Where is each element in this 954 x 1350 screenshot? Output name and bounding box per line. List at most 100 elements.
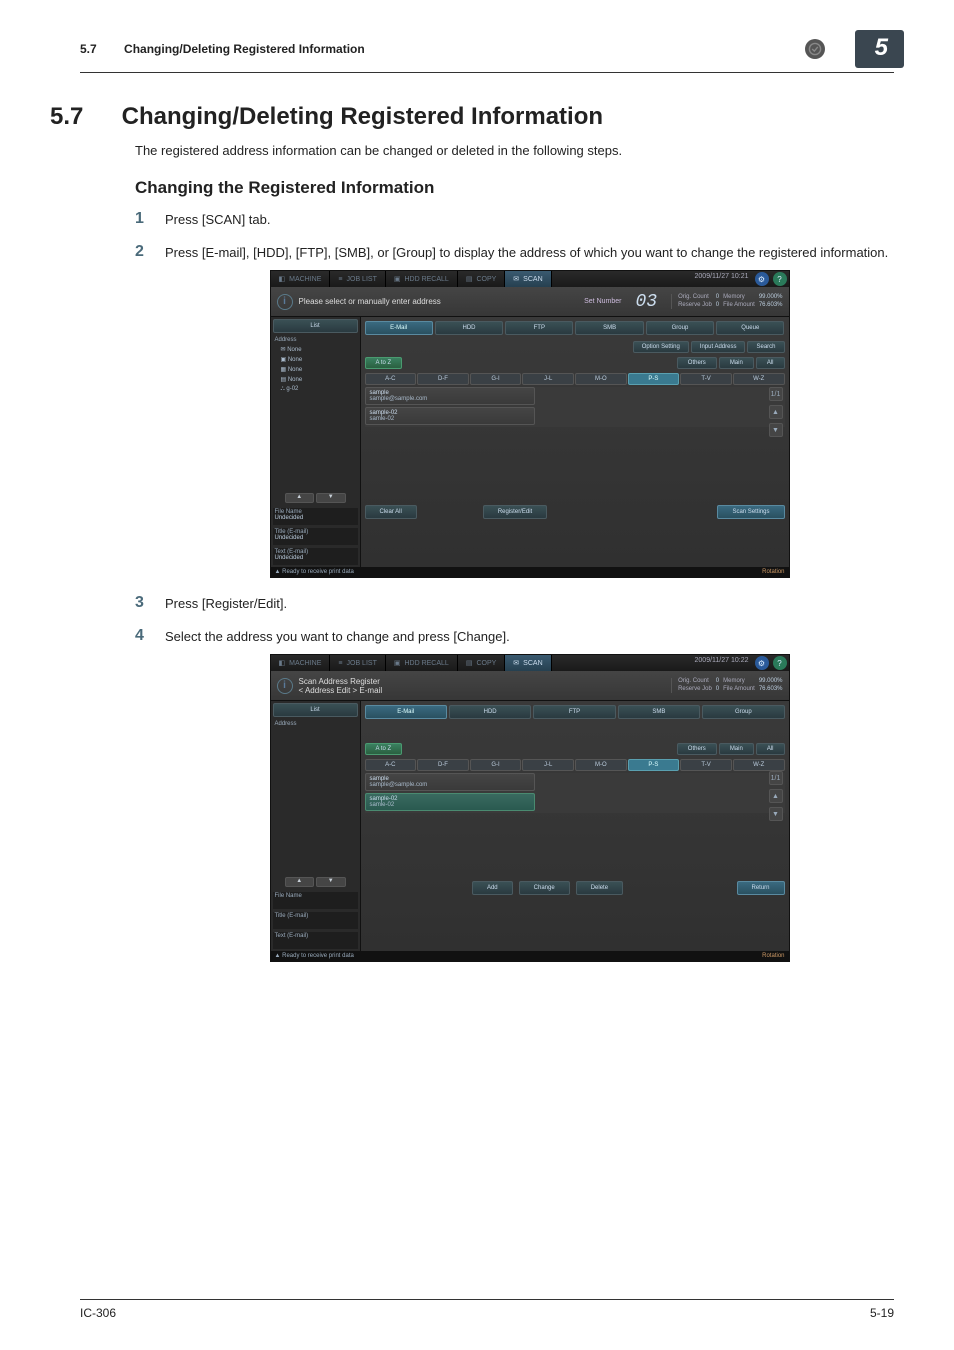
return-button[interactable]: Return: [737, 881, 785, 895]
group-all[interactable]: All: [756, 357, 785, 369]
side-item-1: ▣ None: [273, 355, 358, 364]
clear-all-button[interactable]: Clear All: [365, 505, 417, 519]
intro-text: The registered address information can b…: [135, 143, 894, 158]
change-button[interactable]: Change: [519, 881, 570, 895]
group-atoz[interactable]: A to Z: [365, 743, 403, 755]
address-item-1[interactable]: sample sample@sample.com: [365, 387, 535, 405]
group-all[interactable]: All: [756, 743, 785, 755]
step-1: Press [SCAN] tab.: [135, 212, 894, 227]
tab-hddrecall[interactable]: ▣HDD RECALL: [386, 271, 458, 287]
side-text: Text (E-mail): [273, 932, 358, 949]
letters-PS[interactable]: P-S: [628, 759, 680, 771]
group-main[interactable]: Main: [719, 743, 754, 755]
letters-TV[interactable]: T-V: [680, 759, 732, 771]
letters-WZ[interactable]: W-Z: [733, 759, 785, 771]
tab-smb[interactable]: SMB: [618, 705, 700, 719]
tab-hddrecall[interactable]: ▣HDD RECALL: [386, 655, 458, 671]
search-button[interactable]: Search: [747, 341, 784, 353]
address-item-1[interactable]: sample sample@sample.com: [365, 773, 535, 791]
list-down-button[interactable]: ▼: [769, 423, 783, 437]
tab-group[interactable]: Group: [702, 705, 784, 719]
tab-machine[interactable]: ◧MACHINE: [271, 655, 331, 671]
tab-joblist[interactable]: ≡JOB LIST: [330, 655, 385, 671]
letters-MO[interactable]: M-O: [575, 759, 627, 771]
side-panel: List Address ✉ None ▣ None ▦ None ▤ None…: [271, 317, 361, 567]
tab-ftp[interactable]: FTP: [533, 705, 615, 719]
tab-joblist[interactable]: ≡JOB LIST: [330, 271, 385, 287]
list-button[interactable]: List: [273, 319, 358, 333]
letters-MO[interactable]: M-O: [575, 373, 627, 385]
steps-list: Press [SCAN] tab. Press [E-mail], [HDD],…: [135, 212, 894, 962]
set-number-label: Set Number: [584, 298, 621, 305]
step-2-text: Press [E-mail], [HDD], [FTP], [SMB], or …: [165, 245, 888, 260]
letters-AC[interactable]: A-C: [365, 759, 417, 771]
letters-JL[interactable]: J-L: [522, 759, 574, 771]
side-down-button[interactable]: ▼: [316, 877, 346, 887]
letters-PS[interactable]: P-S: [628, 373, 680, 385]
group-main[interactable]: Main: [719, 357, 754, 369]
tab-email[interactable]: E-Mail: [365, 705, 447, 719]
stats-grid: Orig. Count0Memory99.000% Reserve Job0Fi…: [671, 294, 782, 308]
help-icon[interactable]: ?: [773, 272, 787, 286]
side-down-button[interactable]: ▼: [316, 493, 346, 503]
address-item-2-selected[interactable]: sample-02 samle-02: [365, 793, 535, 811]
message-text: Please select or manually enter address: [299, 297, 441, 306]
page-indicator: 1/1: [769, 771, 783, 785]
status-bar-2: ▲ Ready to receive print data Rotation: [271, 951, 789, 961]
section-heading-number: 5.7: [50, 103, 115, 131]
status-bar: ▲ Ready to receive print data Rotation: [271, 567, 789, 577]
scan-settings-button[interactable]: Scan Settings: [717, 505, 784, 519]
step-2: Press [E-mail], [HDD], [FTP], [SMB], or …: [135, 245, 894, 578]
list-up-button[interactable]: ▲: [769, 789, 783, 803]
settings-icon[interactable]: ⚙: [755, 272, 769, 286]
header-brand-icon: [805, 39, 825, 59]
group-others[interactable]: Others: [677, 743, 717, 755]
letters-WZ[interactable]: W-Z: [733, 373, 785, 385]
section-heading-title: Changing/Deleting Registered Information: [122, 103, 603, 130]
tab-scan[interactable]: ✉SCAN: [505, 655, 551, 671]
page-footer: IC-306 5-19: [80, 1299, 894, 1320]
letters-TV[interactable]: T-V: [680, 373, 732, 385]
tab-email[interactable]: E-Mail: [365, 321, 433, 335]
letters-AC[interactable]: A-C: [365, 373, 417, 385]
side-up-button[interactable]: ▲: [285, 877, 315, 887]
header-left: 5.7 Changing/Deleting Registered Informa…: [80, 42, 805, 56]
register-edit-button[interactable]: Register/Edit: [483, 505, 547, 519]
side-up-button[interactable]: ▲: [285, 493, 315, 503]
list-down-button[interactable]: ▼: [769, 807, 783, 821]
list-button[interactable]: List: [273, 703, 358, 717]
tab-group[interactable]: Group: [646, 321, 714, 335]
letters-DF[interactable]: D-F: [417, 759, 469, 771]
letters-DF[interactable]: D-F: [417, 373, 469, 385]
screenshot-2: ◧MACHINE ≡JOB LIST ▣HDD RECALL ▤COPY ✉SC…: [270, 654, 790, 962]
letters-JL[interactable]: J-L: [522, 373, 574, 385]
letters-GI[interactable]: G-I: [470, 759, 522, 771]
tab-hdd[interactable]: HDD: [435, 321, 503, 335]
settings-icon[interactable]: ⚙: [755, 656, 769, 670]
help-icon[interactable]: ?: [773, 656, 787, 670]
tab-copy[interactable]: ▤COPY: [458, 271, 505, 287]
side-item-2: ▦ None: [273, 365, 358, 374]
top-tab-bar-2: ◧MACHINE ≡JOB LIST ▣HDD RECALL ▤COPY ✉SC…: [271, 655, 789, 671]
add-button[interactable]: Add: [472, 881, 513, 895]
side-title: Title (E-mail)Undecided: [273, 528, 358, 545]
tab-scan[interactable]: ✉SCAN: [505, 271, 551, 287]
tab-machine[interactable]: ◧MACHINE: [271, 271, 331, 287]
group-others[interactable]: Others: [677, 357, 717, 369]
tab-ftp[interactable]: FTP: [505, 321, 573, 335]
group-atoz[interactable]: A to Z: [365, 357, 403, 369]
address-item-2[interactable]: sample-02 samle-02: [365, 407, 535, 425]
option-setting-button[interactable]: Option Setting: [633, 341, 689, 353]
tab-smb[interactable]: SMB: [575, 321, 643, 335]
tab-copy[interactable]: ▤COPY: [458, 655, 505, 671]
list-up-button[interactable]: ▲: [769, 405, 783, 419]
side-item-3: ▤ None: [273, 375, 358, 384]
delete-button[interactable]: Delete: [576, 881, 623, 895]
screenshot-1: ◧MACHINE ≡JOB LIST ▣HDD RECALL ▤COPY ✉SC…: [270, 270, 790, 578]
side-panel-2: List Address ▲ ▼ File Name Title (E-mail…: [271, 701, 361, 951]
tab-hdd[interactable]: HDD: [449, 705, 531, 719]
letter-row: A-C D-F G-I J-L M-O P-S T-V W-Z: [365, 373, 785, 385]
letters-GI[interactable]: G-I: [470, 373, 522, 385]
tab-queue[interactable]: Queue: [716, 321, 784, 335]
input-address-button[interactable]: Input Address: [691, 341, 746, 353]
